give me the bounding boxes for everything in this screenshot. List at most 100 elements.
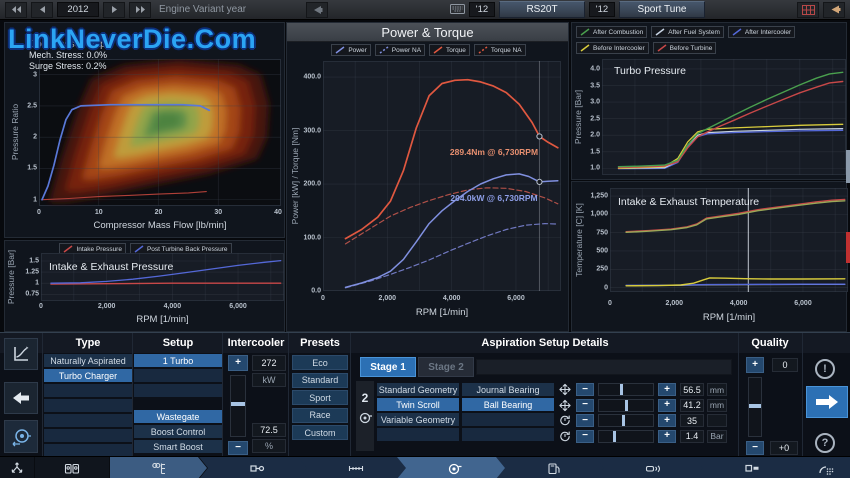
preset-button[interactable]: Custom: [292, 425, 348, 440]
exit-arrow-icon[interactable]: [823, 2, 845, 18]
family-name-button[interactable]: RS20T: [499, 1, 585, 18]
nav-tab-exhaust[interactable]: [595, 457, 706, 478]
back-icon[interactable]: [31, 2, 53, 18]
nav-tab-tree[interactable]: [110, 457, 207, 478]
turbo-comparison-button[interactable]: [4, 420, 38, 453]
increase-button[interactable]: +: [658, 414, 676, 427]
quality-header: Quality: [740, 335, 800, 351]
bearing-option[interactable]: Journal Bearing: [462, 383, 554, 396]
nav-tab-fuel[interactable]: [496, 457, 607, 478]
skip-forward-icon[interactable]: [129, 2, 151, 18]
legend-chip-after-combustion[interactable]: After Combustion: [576, 26, 647, 38]
undo-arrow-icon[interactable]: [306, 2, 328, 18]
decrease-button[interactable]: −: [576, 399, 594, 412]
preset-button[interactable]: Standard: [292, 373, 348, 388]
back-button[interactable]: [4, 382, 38, 414]
legend-chip-after-fuel-system[interactable]: After Fuel System: [651, 26, 724, 38]
slider-handle[interactable]: [622, 415, 625, 426]
top-bar: 2012 Engine Variant year '12 RS20T '12 S…: [0, 0, 850, 20]
geometry-option[interactable]: Twin Scroll: [377, 398, 459, 411]
geometry-option: [377, 428, 459, 441]
quality-increase-button[interactable]: +: [746, 357, 764, 373]
turbo-count-option: [134, 369, 222, 382]
markers-grid-icon[interactable]: [797, 2, 819, 18]
bearing-option[interactable]: Ball Bearing: [462, 398, 554, 411]
quality-decrease-button[interactable]: −: [746, 441, 764, 455]
legend-chip-after-intercooler[interactable]: After Intercooler: [728, 26, 795, 38]
stage-2-tab[interactable]: Stage 2: [418, 357, 474, 377]
turbo-icon: [447, 461, 463, 476]
type-option[interactable]: Naturally Aspirated: [44, 354, 132, 367]
intercooler-slider-handle[interactable]: [231, 402, 245, 406]
torque-curve-view-button[interactable]: [4, 338, 38, 370]
quality-slider-track[interactable]: [748, 377, 762, 437]
decrease-button[interactable]: −: [576, 430, 594, 443]
legend-chip-torque-na[interactable]: Torque NA: [474, 44, 526, 56]
nav-tab-engine[interactable]: [35, 457, 109, 478]
legend-label: Before Intercooler: [593, 45, 645, 52]
preset-button[interactable]: Sport: [292, 390, 348, 405]
warning-info-icon[interactable]: !: [815, 359, 835, 379]
legend-swatch-icon: [379, 46, 389, 54]
preset-button[interactable]: Race: [292, 408, 348, 423]
type-option: [44, 414, 132, 427]
legend-chip-torque[interactable]: Torque: [429, 44, 470, 56]
aspiration-slider-row: −+56.5mm: [558, 383, 734, 396]
geometry-option[interactable]: Standard Geometry: [377, 383, 459, 396]
legend-chip-power-na[interactable]: Power NA: [375, 44, 425, 56]
y-tick-label: 4.0: [590, 65, 600, 72]
boost-control-option[interactable]: Wastegate: [134, 410, 222, 423]
boost-control-option[interactable]: Smart Boost: [134, 440, 222, 453]
slider-track[interactable]: [598, 414, 654, 427]
intercooler-increase-button[interactable]: +: [228, 355, 248, 371]
size-move-icon: [558, 383, 572, 396]
turbo-count-option: [134, 384, 222, 397]
intercooler-decrease-button[interactable]: −: [228, 441, 248, 455]
compressor-y-axis-label: Pressure Ratio: [10, 62, 20, 202]
legend-chip-power[interactable]: Power: [331, 44, 370, 56]
x-tick-label: 30: [214, 209, 222, 216]
slider-unit: Bar: [707, 430, 727, 443]
next-step-button[interactable]: [806, 386, 848, 418]
legend-swatch-icon: [478, 46, 488, 54]
increase-button[interactable]: +: [658, 383, 676, 396]
turbo-count-option[interactable]: 1 Turbo: [134, 354, 222, 367]
y-tick-label: 1: [33, 196, 37, 203]
y-tick-label: 1.5: [590, 148, 600, 155]
skip-back-icon[interactable]: [5, 2, 27, 18]
engine-variant-year-label: Engine Variant year: [159, 4, 246, 15]
slider-handle[interactable]: [620, 384, 623, 395]
slider-track[interactable]: [598, 399, 654, 412]
arrow-left-icon: [12, 390, 30, 406]
type-option[interactable]: Turbo Charger: [44, 369, 132, 382]
nav-tab-piston[interactable]: [199, 457, 310, 478]
legend-chip-before-intercooler[interactable]: Before Intercooler: [576, 42, 649, 54]
stage-1-tab[interactable]: Stage 1: [360, 357, 416, 377]
intercooler-header: Intercooler: [224, 335, 288, 351]
increase-button[interactable]: +: [658, 430, 676, 443]
increase-button[interactable]: +: [658, 399, 676, 412]
slider-track[interactable]: [598, 383, 654, 396]
variant-name-button[interactable]: Sport Tune: [619, 1, 705, 18]
nav-tab-branch[interactable]: [0, 457, 34, 478]
branch-icon: [9, 461, 25, 476]
pressure-x-axis-label: RPM [1/min]: [41, 314, 284, 325]
geometry-option[interactable]: Variable Geometry: [377, 413, 459, 426]
help-icon[interactable]: ?: [815, 433, 835, 453]
intercooler-slider-track[interactable]: [230, 375, 246, 437]
legend-chip-before-turbine[interactable]: Before Turbine: [653, 42, 717, 54]
slider-handle[interactable]: [625, 400, 628, 411]
decrease-button[interactable]: −: [576, 414, 594, 427]
preset-button[interactable]: Eco: [292, 355, 348, 370]
slider-track[interactable]: [598, 430, 654, 443]
type-list: Naturally Aspirated Turbo Charger: [44, 354, 132, 459]
forward-icon[interactable]: [103, 2, 125, 18]
series-intake-pressure: [51, 283, 281, 284]
boost-control-option[interactable]: Boost Control: [134, 425, 222, 438]
nav-tab-dyno[interactable]: [694, 457, 805, 478]
decrease-button[interactable]: −: [576, 383, 594, 396]
nav-tab-valvetrain[interactable]: [298, 457, 409, 478]
slider-handle[interactable]: [613, 431, 616, 442]
nav-tab-turbo[interactable]: [397, 457, 508, 478]
quality-slider-handle[interactable]: [749, 404, 761, 408]
